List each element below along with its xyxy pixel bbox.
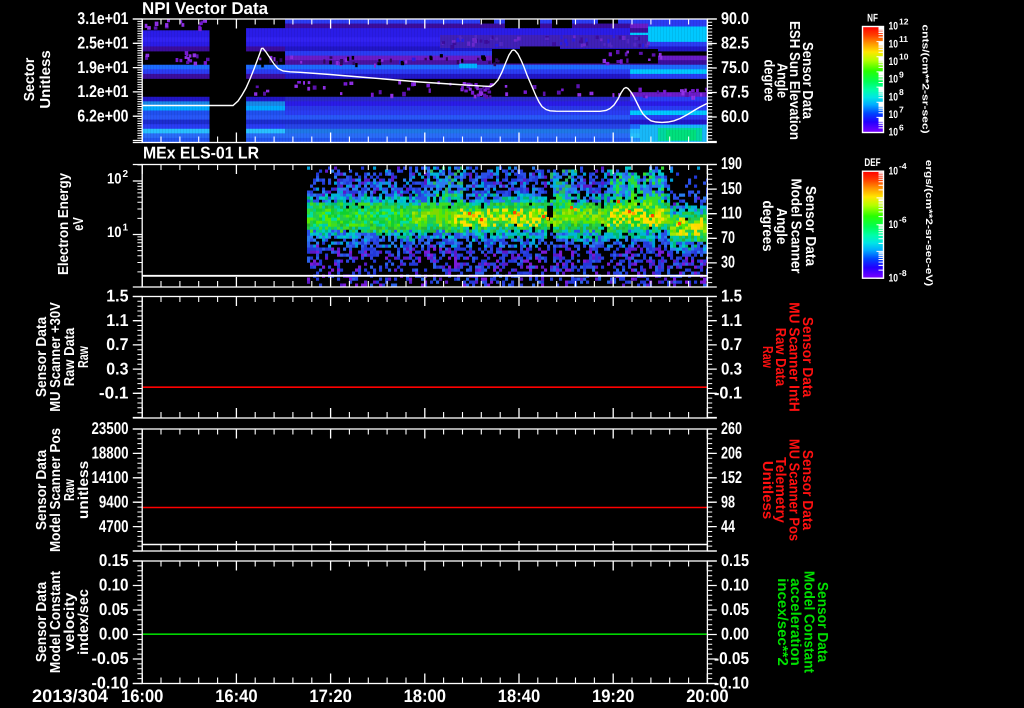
svg-text:0.3: 0.3 <box>106 359 128 378</box>
svg-text:0.15: 0.15 <box>721 551 749 570</box>
svg-text:9: 9 <box>899 69 904 79</box>
svg-text:0.3: 0.3 <box>721 359 742 378</box>
svg-text:10: 10 <box>889 165 899 177</box>
svg-text:incex/sec**2: incex/sec**2 <box>774 578 790 666</box>
svg-text:20:00: 20:00 <box>686 686 728 706</box>
svg-text:30: 30 <box>721 253 735 272</box>
svg-text:67.5: 67.5 <box>721 83 749 102</box>
svg-text:NPI Vector Data: NPI Vector Data <box>142 0 269 18</box>
svg-text:1.9e+01: 1.9e+01 <box>77 58 128 77</box>
svg-text:9400: 9400 <box>99 492 129 511</box>
svg-text:10: 10 <box>889 56 899 68</box>
svg-text:10: 10 <box>889 21 899 33</box>
svg-text:18:40: 18:40 <box>498 686 540 706</box>
svg-text:degree: degree <box>761 60 777 102</box>
svg-text:index/sec: index/sec <box>76 589 92 655</box>
svg-text:11: 11 <box>899 34 908 44</box>
svg-text:0.00: 0.00 <box>721 625 749 644</box>
svg-text:0.10: 0.10 <box>721 576 749 595</box>
svg-text:Electron Energy: Electron Energy <box>56 173 72 275</box>
svg-text:190: 190 <box>721 154 742 173</box>
svg-text:82.5: 82.5 <box>721 34 749 53</box>
svg-text:18:00: 18:00 <box>404 686 446 706</box>
svg-text:10: 10 <box>889 74 899 86</box>
svg-text:0.00: 0.00 <box>99 625 129 644</box>
svg-text:-0.1: -0.1 <box>99 384 129 403</box>
svg-text:2: 2 <box>123 169 129 180</box>
svg-text:10: 10 <box>889 91 899 103</box>
svg-text:2013/304: 2013/304 <box>32 686 108 706</box>
svg-text:ergs/(cm**2-sr-sec-eV): ergs/(cm**2-sr-sec-eV) <box>923 160 934 287</box>
svg-text:1.5: 1.5 <box>106 287 128 306</box>
svg-text:-4: -4 <box>899 161 907 171</box>
svg-text:10: 10 <box>889 219 899 231</box>
svg-text:-0.05: -0.05 <box>92 649 129 668</box>
svg-text:NF: NF <box>867 13 878 25</box>
svg-text:Unitless: Unitless <box>38 50 54 108</box>
svg-text:1.2e+01: 1.2e+01 <box>77 82 128 101</box>
svg-text:unitless: unitless <box>76 461 92 519</box>
svg-text:MEx ELS-01 LR: MEx ELS-01 LR <box>143 144 259 163</box>
svg-text:98: 98 <box>721 492 735 511</box>
svg-text:44: 44 <box>721 517 735 536</box>
svg-text:Sector: Sector <box>22 57 38 101</box>
svg-text:1.1: 1.1 <box>721 311 742 330</box>
svg-text:0.7: 0.7 <box>106 335 128 354</box>
svg-text:14100: 14100 <box>92 468 129 487</box>
svg-text:206: 206 <box>721 444 742 463</box>
svg-text:12: 12 <box>899 16 909 26</box>
svg-text:10: 10 <box>889 127 899 139</box>
svg-text:16:00: 16:00 <box>121 686 163 706</box>
svg-text:18800: 18800 <box>92 444 129 463</box>
svg-text:0.05: 0.05 <box>99 600 129 619</box>
svg-text:-6: -6 <box>899 215 907 225</box>
svg-text:17:20: 17:20 <box>309 686 351 706</box>
svg-text:10: 10 <box>107 224 122 241</box>
svg-text:eV: eV <box>71 217 87 231</box>
svg-text:16:40: 16:40 <box>215 686 257 706</box>
svg-text:degrees: degrees <box>759 200 775 251</box>
svg-text:3.1e+01: 3.1e+01 <box>77 9 128 28</box>
svg-text:260: 260 <box>721 419 742 438</box>
svg-text:Raw: Raw <box>759 346 775 368</box>
svg-text:Unitless: Unitless <box>759 461 775 519</box>
svg-text:-0.1: -0.1 <box>714 384 742 403</box>
svg-text:60.0: 60.0 <box>721 107 749 126</box>
svg-text:0.05: 0.05 <box>721 600 749 619</box>
svg-text:DEF: DEF <box>864 157 880 169</box>
svg-text:10: 10 <box>899 52 909 62</box>
svg-text:6: 6 <box>899 122 904 132</box>
svg-text:6.2e+00: 6.2e+00 <box>77 106 128 125</box>
svg-text:4700: 4700 <box>99 517 129 536</box>
svg-text:cnts/(cm**2-sr-sec): cnts/(cm**2-sr-sec) <box>920 24 931 133</box>
svg-text:0.15: 0.15 <box>99 551 129 570</box>
svg-text:10: 10 <box>107 171 122 188</box>
svg-text:7: 7 <box>899 105 904 115</box>
svg-text:8: 8 <box>899 87 904 97</box>
svg-text:150: 150 <box>721 179 742 198</box>
svg-text:152: 152 <box>721 468 742 487</box>
svg-text:-0.05: -0.05 <box>714 649 749 668</box>
svg-text:19:20: 19:20 <box>592 686 634 706</box>
svg-text:10: 10 <box>889 38 899 50</box>
svg-text:1: 1 <box>123 223 129 234</box>
svg-text:1.5: 1.5 <box>721 287 742 306</box>
svg-text:10: 10 <box>889 109 899 121</box>
svg-text:0.10: 0.10 <box>99 576 129 595</box>
svg-text:Raw: Raw <box>76 346 92 368</box>
svg-text:75.0: 75.0 <box>721 58 749 77</box>
svg-text:-8: -8 <box>899 268 907 278</box>
svg-text:0.7: 0.7 <box>721 335 742 354</box>
svg-text:110: 110 <box>721 203 742 222</box>
svg-text:70: 70 <box>721 228 735 247</box>
svg-text:90.0: 90.0 <box>721 9 749 28</box>
svg-text:2.5e+01: 2.5e+01 <box>77 34 128 53</box>
svg-text:1.1: 1.1 <box>106 311 128 330</box>
svg-text:23500: 23500 <box>92 419 129 438</box>
svg-text:10: 10 <box>889 272 899 284</box>
